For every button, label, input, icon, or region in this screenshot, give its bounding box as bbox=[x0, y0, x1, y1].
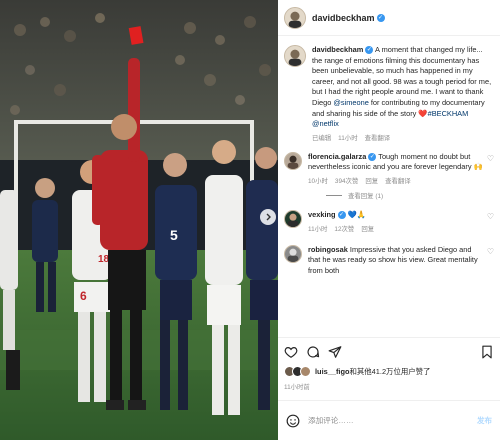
divider bbox=[326, 194, 342, 196]
view-replies-link[interactable]: 查看回复 (1) bbox=[278, 185, 500, 200]
reply-link[interactable]: 回复 bbox=[365, 178, 378, 185]
comment-button[interactable] bbox=[306, 345, 320, 359]
hashtag-link[interactable]: #BECKHAM bbox=[428, 109, 469, 118]
emoji-icon[interactable] bbox=[286, 414, 300, 428]
timestamp: 10小时 bbox=[308, 177, 328, 185]
comment-username[interactable]: florencia.galarza bbox=[308, 152, 366, 161]
avatar[interactable] bbox=[284, 6, 306, 29]
caption: davidbeckham ✓ A moment that changed my l… bbox=[278, 37, 500, 142]
avatar-image bbox=[285, 152, 301, 169]
like-count[interactable]: 12次赞 bbox=[334, 226, 354, 233]
reply-link[interactable]: 回复 bbox=[361, 226, 374, 233]
svg-text:6: 6 bbox=[80, 289, 87, 303]
like-comment-heart-icon[interactable]: ♡ bbox=[484, 247, 494, 277]
caption-meta: 已编辑 11小时 查看翻译 bbox=[312, 133, 494, 142]
comment-username[interactable]: vexking bbox=[308, 210, 336, 219]
header-username[interactable]: davidbeckham bbox=[312, 13, 375, 23]
post-header: davidbeckham ✓ bbox=[278, 0, 500, 36]
send-icon bbox=[328, 345, 342, 358]
verified-badge-icon: ✓ bbox=[365, 46, 374, 54]
translate-link[interactable]: 查看翻译 bbox=[365, 135, 391, 142]
share-button[interactable] bbox=[328, 345, 342, 359]
timestamp: 11小时 bbox=[308, 225, 328, 233]
heart-icon bbox=[284, 346, 298, 358]
avatar-image bbox=[285, 210, 301, 227]
translate-link[interactable]: 查看翻译 bbox=[385, 178, 411, 185]
comment-meta: 11小时 12次赞 回复 bbox=[308, 224, 484, 233]
next-image-button[interactable] bbox=[260, 209, 276, 225]
comment-icon bbox=[307, 345, 320, 357]
mention-link[interactable]: @simeone bbox=[333, 98, 368, 107]
comment-input[interactable]: 添加评论…… bbox=[308, 415, 477, 426]
view-replies-label: 查看回复 (1) bbox=[348, 192, 384, 200]
avatar bbox=[300, 366, 311, 377]
post-comment-button[interactable]: 发布 bbox=[477, 415, 492, 426]
avatar[interactable] bbox=[284, 209, 302, 228]
comment-text: florencia.galarza ✓ Tough moment no doubt… bbox=[308, 152, 484, 173]
verified-badge-icon: ✓ bbox=[376, 13, 385, 22]
liker-avatars bbox=[284, 366, 311, 377]
avatar[interactable] bbox=[284, 151, 302, 170]
likes-summary[interactable]: luis__figo和其他41.2万位用户赞了 bbox=[284, 366, 430, 377]
post-timestamp: 11小时前 bbox=[284, 384, 310, 391]
liker-username[interactable]: luis__figo bbox=[315, 367, 350, 376]
comment-text: vexking ✓ 💙🙏 bbox=[308, 210, 484, 221]
avatar-image bbox=[285, 46, 305, 66]
avatar[interactable] bbox=[284, 45, 306, 67]
avatar-image bbox=[285, 245, 301, 262]
svg-text:18: 18 bbox=[98, 254, 110, 265]
likes-count-text[interactable]: 和其他41.2万位用户赞了 bbox=[350, 367, 431, 376]
timestamp: 11小时 bbox=[338, 134, 358, 142]
chevron-right-icon bbox=[266, 213, 271, 221]
caption-username[interactable]: davidbeckham bbox=[312, 45, 363, 54]
comment-text: robingosak Impressive that you asked Die… bbox=[308, 245, 484, 277]
post-photo: 6 18 5 bbox=[0, 0, 278, 440]
comment-username[interactable]: robingosak bbox=[308, 245, 348, 254]
mention-link[interactable]: @netflix bbox=[312, 119, 339, 128]
post-side-panel: davidbeckham ✓ davidbeckham ✓ A moment th… bbox=[278, 0, 500, 440]
comments-list[interactable]: davidbeckham ✓ A moment that changed my l… bbox=[278, 37, 500, 331]
like-count[interactable]: 394次赞 bbox=[335, 178, 358, 185]
caption-text: davidbeckham ✓ A moment that changed my l… bbox=[312, 45, 494, 130]
post-actions bbox=[278, 337, 500, 361]
comment: robingosak Impressive that you asked Die… bbox=[278, 233, 500, 277]
like-button[interactable] bbox=[284, 345, 298, 359]
comment: vexking ✓ 💙🙏 11小时 12次赞 回复 ♡ bbox=[278, 200, 500, 233]
comment-body: 💙🙏 bbox=[347, 209, 366, 219]
avatar-image bbox=[285, 7, 305, 28]
like-comment-heart-icon[interactable]: ♡ bbox=[484, 154, 494, 185]
heart-emoji: ❤️ bbox=[418, 108, 428, 118]
save-button[interactable] bbox=[480, 345, 494, 359]
likes-text: luis__figo和其他41.2万位用户赞了 bbox=[315, 366, 430, 377]
edited-label: 已编辑 bbox=[312, 134, 332, 142]
verified-badge-icon: ✓ bbox=[368, 152, 377, 161]
bookmark-icon bbox=[482, 345, 492, 358]
comment-meta: 10小时 394次赞 回复 查看翻译 bbox=[308, 176, 484, 185]
like-comment-heart-icon[interactable]: ♡ bbox=[484, 212, 494, 233]
svg-text:5: 5 bbox=[170, 227, 178, 243]
verified-badge-icon: ✓ bbox=[337, 210, 346, 219]
comment: florencia.galarza ✓ Tough moment no doubt… bbox=[278, 142, 500, 185]
football-scene-image: 6 18 5 bbox=[0, 0, 278, 440]
add-comment-bar: 添加评论…… 发布 bbox=[278, 400, 500, 440]
avatar[interactable] bbox=[284, 244, 302, 263]
